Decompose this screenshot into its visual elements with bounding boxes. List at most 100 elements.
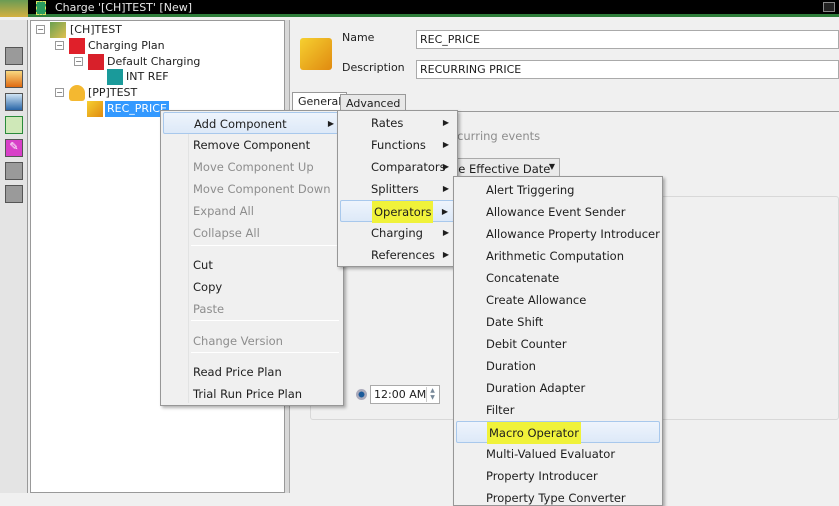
name-label: Name [342,31,375,44]
toolbar-green-icon[interactable] [5,116,23,134]
submenu-arrow-icon: ▶ [442,228,449,237]
menu-item-label: Add Component [194,117,287,131]
menu-item-label: Splitters [371,182,419,196]
menu-item-collapse-all[interactable]: Collapse All [163,222,341,244]
description-label: Description [342,61,405,74]
menu-item-label: Copy [193,280,223,294]
menu-item-create-allowance[interactable]: Create Allowance [456,289,660,311]
time-spinner[interactable]: 12:00 AM ▲ ▼ [370,385,440,404]
operators-submenu: Alert Triggering Allowance Event Sender Al… [453,176,663,506]
tree-item-int-ref[interactable]: INT REF [31,69,281,85]
menu-item-label: Charging [371,226,423,240]
menu-item-operators[interactable]: Operators ▶ [340,200,455,223]
menu-item-duration[interactable]: Duration [456,355,660,377]
menu-item-label: Move Component Down [193,182,331,196]
charge-icon [50,22,66,38]
collapse-icon[interactable]: − [74,57,83,66]
reference-icon [107,69,123,85]
menu-item-macro-operator[interactable]: Macro Operator [456,421,660,444]
title-bar: Charge '[CH]TEST' [New] [0,0,839,17]
menu-item-concatenate[interactable]: Concatenate [456,267,660,289]
menu-item-label: Property Type Converter [486,491,626,505]
recurring-price-icon [300,38,332,70]
toolbar-disabled-icon[interactable] [5,185,23,203]
menu-item-label: Comparators [371,160,446,174]
menu-item-date-shift[interactable]: Date Shift [456,311,660,333]
recurring-events-text: ecurring events [450,129,541,143]
toolbar-network-icon[interactable] [5,93,23,111]
menu-item-label: References [371,248,435,262]
menu-item-label: Multi-Valued Evaluator [486,447,616,461]
menu-item-alert-triggering[interactable]: Alert Triggering [456,179,660,201]
menu-item-splitters[interactable]: Splitters ▶ [340,178,455,200]
menu-item-multi-valued-evaluator[interactable]: Multi-Valued Evaluator [456,443,660,465]
menu-item-comparators[interactable]: Comparators ▶ [340,156,455,178]
menu-item-arithmetic-computation[interactable]: Arithmetic Computation [456,245,660,267]
menu-item-label: Macro Operator [487,422,581,444]
menu-item-label: Read Price Plan [193,365,282,379]
toolbar-disabled-icon[interactable] [5,162,23,180]
left-toolbar: ✎ [0,20,28,493]
time-radio[interactable] [356,389,367,400]
submenu-arrow-icon: ▶ [442,162,449,171]
menu-item-label: Date Shift [486,315,544,329]
wrench-icon[interactable]: ✎ [5,139,23,157]
submenu-arrow-icon: ▶ [441,207,448,216]
menu-separator [191,245,339,246]
price-plan-icon [69,85,85,101]
tree-item-default-charging[interactable]: − Default Charging [31,54,281,70]
tree-item-pp-test[interactable]: − [PP]TEST [31,85,281,101]
menu-item-copy[interactable]: Copy [163,276,341,298]
menu-item-move-component-down[interactable]: Move Component Down [163,178,341,200]
menu-item-remove-component[interactable]: Remove Component [163,134,341,156]
submenu-arrow-icon: ▶ [442,140,449,149]
tree-label: [PP]TEST [88,86,138,99]
menu-item-label: Create Allowance [486,293,587,307]
menu-item-add-component[interactable]: Add Component ▶ [163,112,341,134]
tree-item-charging-plan[interactable]: − Charging Plan [31,38,281,54]
collapse-icon[interactable]: − [36,25,45,34]
menu-separator [191,352,339,353]
menu-item-allowance-event-sender[interactable]: Allowance Event Sender [456,201,660,223]
menu-item-trial-run-price-plan[interactable]: Trial Run Price Plan [163,383,341,405]
menu-item-charging[interactable]: Charging ▶ [340,222,455,244]
menu-item-paste[interactable]: Paste [163,298,341,320]
menu-item-read-price-plan[interactable]: Read Price Plan [163,361,341,383]
menu-item-label: Arithmetic Computation [486,249,624,263]
toolbar-gray-icon[interactable] [5,47,23,65]
menu-item-label: Duration [486,359,536,373]
menu-item-expand-all[interactable]: Expand All [163,200,341,222]
menu-item-functions[interactable]: Functions ▶ [340,134,455,156]
menu-item-label: Move Component Up [193,160,314,174]
menu-item-allowance-property-introducer[interactable]: Allowance Property Introducer [456,223,660,245]
menu-item-cut[interactable]: Cut [163,254,341,276]
collapse-icon[interactable]: − [55,41,64,50]
chevron-down-icon: ▼ [548,162,555,171]
submenu-arrow-icon: ▶ [442,250,449,259]
toolbar-chart-icon[interactable] [5,70,23,88]
menu-item-filter[interactable]: Filter [456,399,660,421]
description-input[interactable]: RECURRING PRICE [416,60,839,79]
spinner-arrows-icon[interactable]: ▲ ▼ [426,387,438,402]
effective-date-dropdown[interactable]: ge Effective Date ▼ [440,158,560,178]
collapse-icon[interactable]: − [55,88,64,97]
menu-item-references[interactable]: References ▶ [340,244,455,266]
minimize-button[interactable] [823,2,835,12]
menu-item-property-type-converter[interactable]: Property Type Converter [456,487,660,505]
menu-item-debit-counter[interactable]: Debit Counter [456,333,660,355]
menu-item-label: Operators [372,201,434,223]
menu-item-label: Allowance Event Sender [486,205,626,219]
name-input[interactable]: REC_PRICE [416,30,839,49]
menu-item-rates[interactable]: Rates ▶ [340,112,455,134]
menu-item-label: Alert Triggering [486,183,575,197]
menu-item-move-component-up[interactable]: Move Component Up [163,156,341,178]
menu-item-label: Debit Counter [486,337,567,351]
menu-item-change-version[interactable]: Change Version [163,330,341,352]
menu-item-duration-adapter[interactable]: Duration Adapter [456,377,660,399]
menu-item-property-introducer[interactable]: Property Introducer [456,465,660,487]
submenu-arrow-icon: ▶ [327,119,334,128]
tree-label: Default Charging [107,55,201,68]
menu-item-label: Filter [486,403,515,417]
document-icon [36,1,46,15]
tree-item-ch-test[interactable]: − [CH]TEST [31,22,281,38]
